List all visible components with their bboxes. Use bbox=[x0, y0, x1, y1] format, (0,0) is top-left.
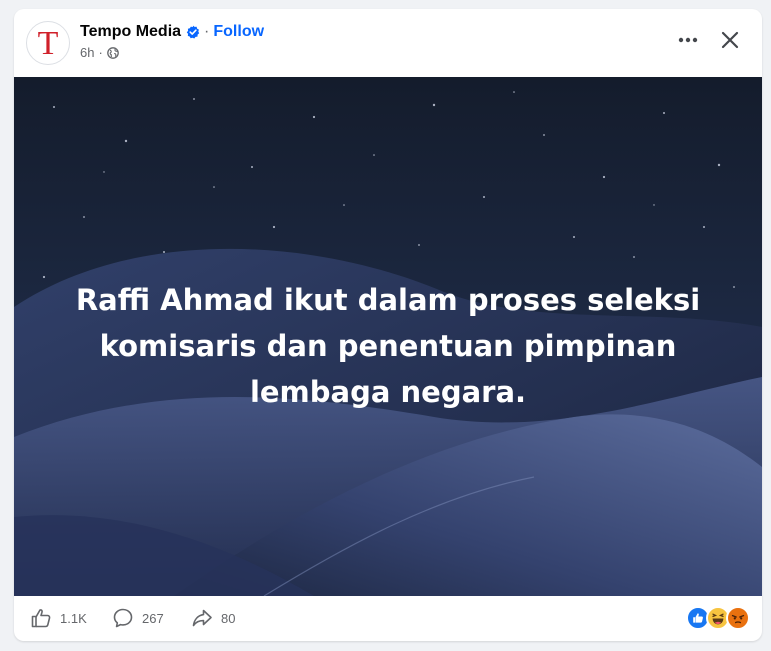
post-timestamp[interactable]: 6h bbox=[80, 45, 94, 60]
share-count: 80 bbox=[221, 610, 236, 626]
like-count: 1.1K bbox=[60, 610, 87, 626]
engagement-bar: 1.1K 267 80 bbox=[14, 596, 762, 641]
more-horizontal-icon bbox=[678, 37, 698, 43]
caption-line-1: Raffi Ahmad ikut dalam proses seleksi bbox=[75, 283, 701, 317]
separator-dot: · bbox=[204, 23, 210, 40]
close-icon bbox=[721, 31, 739, 49]
comment-button[interactable]: 267 bbox=[112, 606, 164, 630]
page-name-link[interactable]: Tempo Media bbox=[80, 22, 181, 42]
comment-count: 267 bbox=[142, 610, 164, 626]
angry-reaction-icon bbox=[726, 606, 750, 630]
avatar-letter: T bbox=[37, 25, 59, 62]
caption-line-3: lembaga negara. bbox=[249, 375, 527, 409]
page-avatar[interactable]: T bbox=[26, 21, 70, 65]
comment-bubble-icon bbox=[113, 608, 133, 628]
name-row: Tempo Media · Follow bbox=[80, 22, 264, 42]
like-button[interactable]: 1.1K bbox=[30, 606, 87, 630]
close-button[interactable] bbox=[715, 25, 745, 55]
share-button[interactable]: 80 bbox=[191, 606, 235, 630]
share-arrow-icon bbox=[192, 609, 212, 627]
globe-icon[interactable] bbox=[106, 46, 119, 59]
image-caption: Raffi Ahmad ikut dalam proses seleksi ko… bbox=[14, 277, 762, 415]
post-meta: 6h · bbox=[80, 45, 119, 60]
separator-dot: · bbox=[98, 45, 103, 60]
verified-badge-icon bbox=[186, 25, 200, 39]
post-image[interactable]: Raffi Ahmad ikut dalam proses seleksi ko… bbox=[14, 77, 762, 596]
more-options-button[interactable] bbox=[674, 26, 702, 54]
follow-button[interactable]: Follow bbox=[213, 22, 264, 42]
post-header: T Tempo Media · Follow 6h · bbox=[14, 9, 762, 77]
thumbs-up-icon bbox=[31, 609, 51, 628]
post-card: T Tempo Media · Follow 6h · Raffi Ahmad … bbox=[14, 9, 762, 641]
reaction-summary[interactable] bbox=[686, 606, 750, 630]
caption-line-2: komisaris dan penentuan pimpinan bbox=[99, 329, 677, 363]
